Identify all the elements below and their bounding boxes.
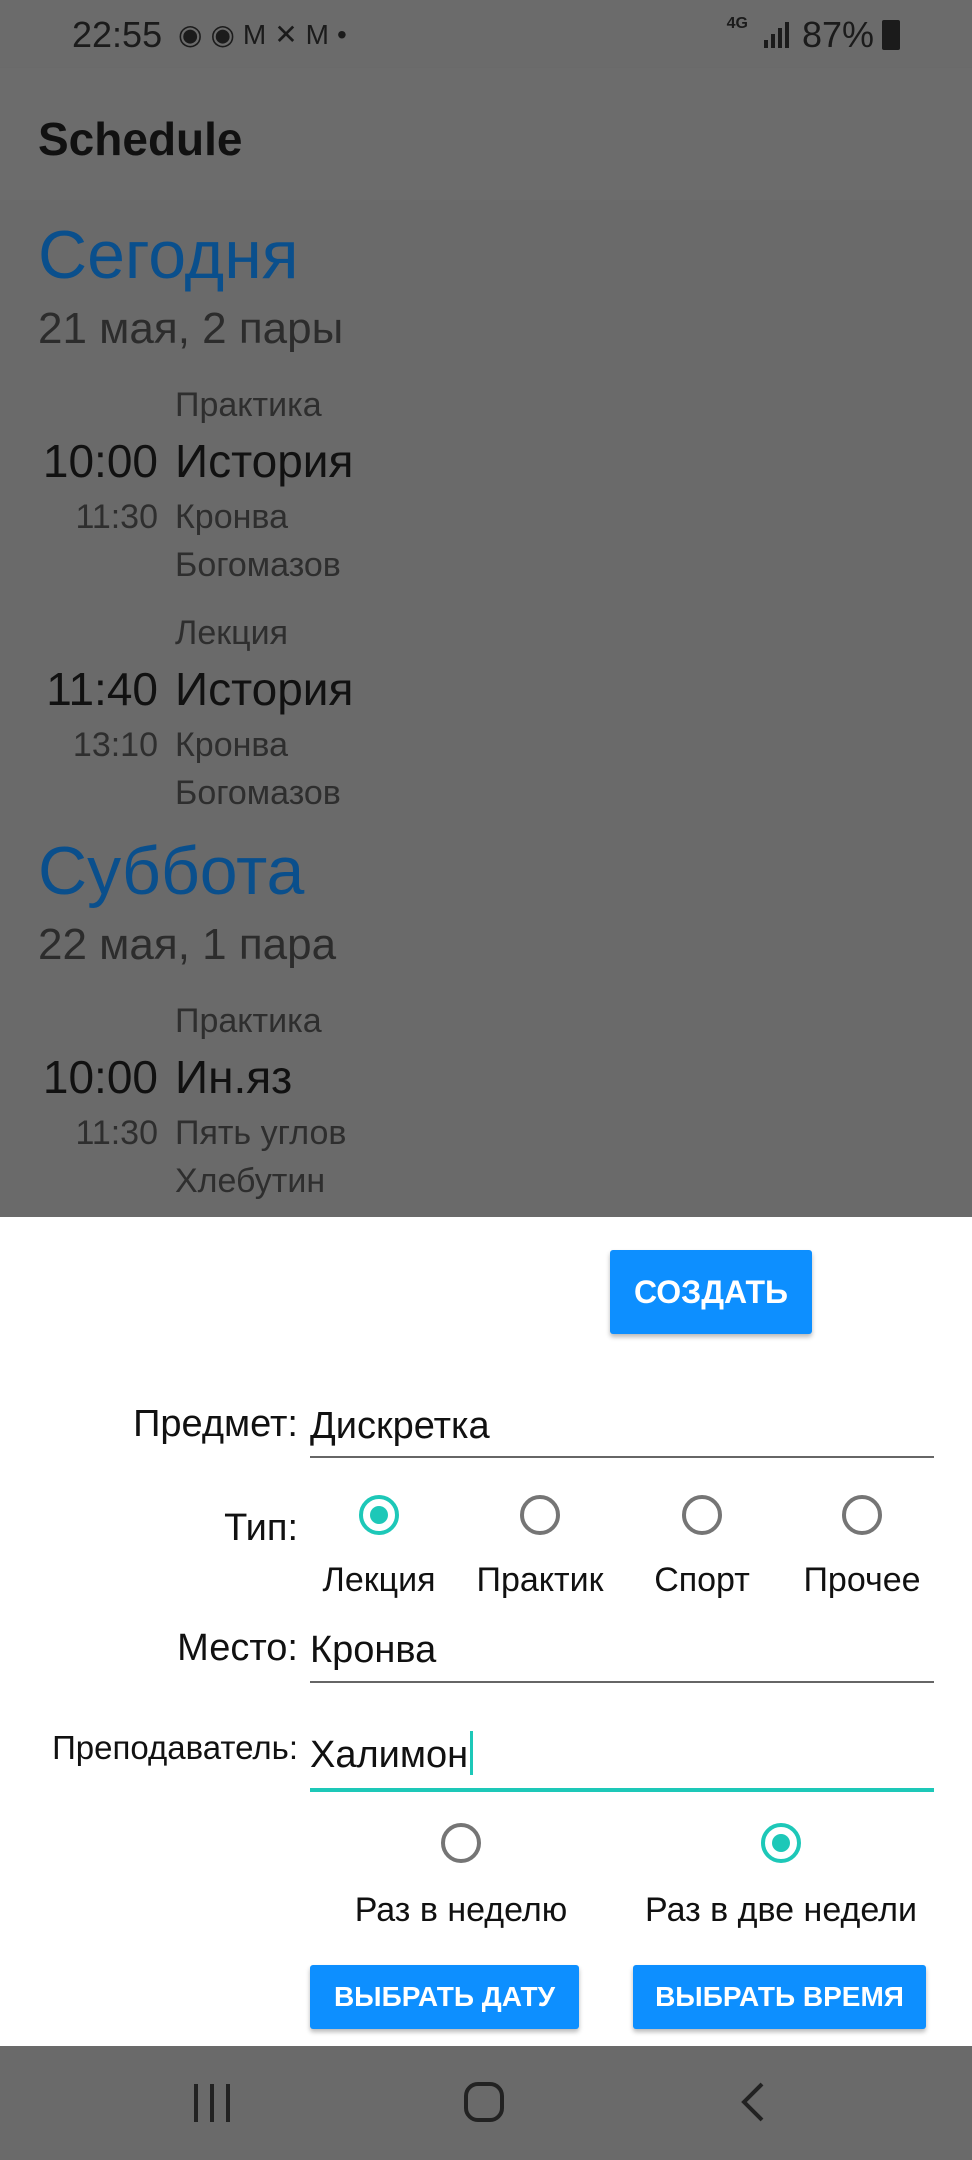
- navigation-bar: [0, 2046, 972, 2160]
- create-lesson-sheet: СОЗДАТЬ Предмет: Дискретка Тип: Лекция П…: [0, 1217, 972, 2046]
- type-label: Тип:: [224, 1507, 298, 1549]
- lesson-start: 11:40: [46, 663, 158, 715]
- frequency-radio-biweekly[interactable]: [761, 1823, 801, 1863]
- lesson-name: История: [175, 435, 354, 487]
- type-option-label: Практик: [476, 1561, 604, 1599]
- type-option-label: Лекция: [322, 1561, 436, 1599]
- place-label: Место:: [177, 1627, 298, 1669]
- type-radio-other[interactable]: [842, 1495, 882, 1535]
- recent-apps-icon[interactable]: [192, 2082, 232, 2124]
- frequency-option-label: Раз в две недели: [645, 1891, 917, 1929]
- pick-date-button[interactable]: ВЫБРАТЬ ДАТУ: [310, 1965, 579, 2029]
- frequency-radio-weekly[interactable]: [441, 1823, 481, 1863]
- subject-field[interactable]: Дискретка: [310, 1405, 490, 1448]
- status-time: 22:55: [72, 14, 163, 55]
- subject-label: Предмет:: [133, 1403, 298, 1445]
- type-radio-practice[interactable]: [520, 1495, 560, 1535]
- status-bar: 22:55 ◉◉M✕M• 4G 87%: [0, 0, 972, 68]
- lesson-start: 10:00: [42, 1051, 158, 1103]
- battery-icon: [882, 20, 900, 50]
- lesson-type: Практика: [175, 1002, 322, 1040]
- teacher-label: Преподаватель:: [52, 1729, 298, 1766]
- lesson-place: Кронва: [175, 498, 288, 536]
- lesson-name: Ин.яз: [175, 1051, 293, 1103]
- day-date: 21 мая, 2 пары: [38, 304, 344, 353]
- lesson-type: Практика: [175, 386, 322, 424]
- signal-icon: [764, 22, 789, 48]
- back-icon[interactable]: [738, 2080, 768, 2124]
- frequency-option-label: Раз в неделю: [354, 1891, 568, 1929]
- lesson-teacher: Хлебутин: [175, 1162, 326, 1200]
- text-cursor: [470, 1731, 474, 1775]
- lesson-teacher: Богомазов: [175, 546, 341, 584]
- create-button[interactable]: СОЗДАТЬ: [610, 1250, 812, 1334]
- gmail-icon: M: [242, 19, 275, 50]
- type-option-label: Прочее: [803, 1561, 921, 1599]
- home-icon[interactable]: [462, 2080, 506, 2124]
- schedule-list[interactable]: Сегодня 21 мая, 2 пары Практика 10:00 Ис…: [0, 200, 972, 1217]
- network-type-icon: 4G: [726, 15, 748, 32]
- app-icon: ✕: [274, 19, 306, 50]
- lesson-end: 11:30: [75, 1114, 158, 1152]
- lesson-start: 10:00: [42, 435, 158, 487]
- pick-time-button[interactable]: ВЫБРАТЬ ВРЕМЯ: [633, 1965, 926, 2029]
- day-header: Суббота: [38, 833, 305, 909]
- place-field[interactable]: Кронва: [310, 1629, 436, 1672]
- day-header: Сегодня: [38, 217, 299, 293]
- lesson-teacher: Богомазов: [175, 774, 341, 812]
- lesson-name: История: [175, 663, 354, 715]
- rss-icon: ◉: [210, 19, 243, 50]
- place-underline: [310, 1681, 934, 1683]
- battery-percent: 87%: [801, 14, 874, 55]
- subject-underline: [310, 1456, 934, 1458]
- dot-icon: •: [337, 19, 355, 50]
- lesson-place: Кронва: [175, 726, 288, 764]
- lesson-place: Пять углов: [175, 1114, 347, 1152]
- type-option-label: Спорт: [654, 1561, 750, 1599]
- type-radio-sport[interactable]: [682, 1495, 722, 1535]
- app-title: Schedule: [38, 113, 243, 165]
- day-date: 22 мая, 1 пара: [38, 920, 337, 969]
- lesson-end: 13:10: [72, 726, 158, 764]
- rss-icon: ◉: [178, 19, 211, 50]
- type-radio-lecture[interactable]: [359, 1495, 399, 1535]
- teacher-underline-focused: [310, 1788, 934, 1792]
- teacher-field[interactable]: Халимон: [310, 1731, 474, 1777]
- gmail-icon: M: [305, 19, 337, 50]
- notification-icons: ◉◉M✕M•: [178, 18, 355, 51]
- lesson-end: 11:30: [75, 498, 158, 536]
- teacher-value: Халимон: [310, 1734, 469, 1776]
- lesson-type: Лекция: [175, 614, 288, 652]
- app-bar: Schedule: [0, 68, 972, 200]
